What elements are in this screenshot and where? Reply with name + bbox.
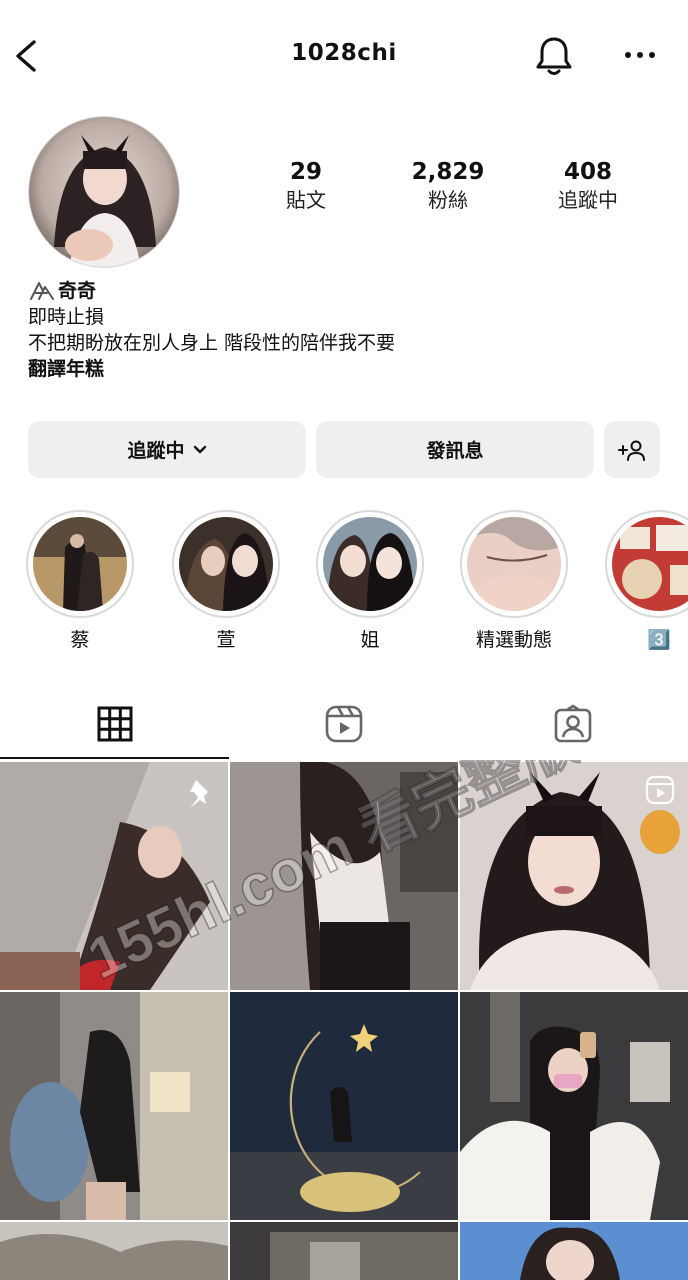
chevron-down-icon <box>193 445 206 453</box>
username-title: 1028chi <box>291 40 397 66</box>
highlight-item[interactable]: 精選動態 <box>458 510 570 652</box>
posts-count-value: 29 <box>289 159 322 185</box>
followers-count-value: 2,829 <box>411 159 485 185</box>
following-button-label: 追蹤中 <box>127 440 185 462</box>
display-name-row: 奇奇 <box>28 278 668 304</box>
bio-line-1: 即時止損 <box>28 306 105 328</box>
highlight-ring <box>605 510 688 618</box>
post-thumbnail[interactable] <box>0 992 228 1220</box>
more-options-icon[interactable] <box>620 40 660 70</box>
highlight-label: 3️⃣ <box>647 629 671 651</box>
highlight-ring <box>460 510 568 618</box>
following-count-label: 追蹤中 <box>558 188 618 212</box>
profile-avatar[interactable] <box>28 116 180 268</box>
message-button-label: 發訊息 <box>426 440 484 462</box>
highlight-item[interactable]: 萱 <box>170 510 282 652</box>
message-button[interactable]: 發訊息 <box>316 421 594 478</box>
suggest-people-button[interactable] <box>604 421 660 478</box>
posts-count-label: 貼文 <box>286 188 326 212</box>
bio-mention-link[interactable]: 翻譯年糕 <box>28 356 668 382</box>
bell-icon[interactable] <box>532 34 576 78</box>
post-thumbnail[interactable] <box>460 992 688 1220</box>
display-name: 奇奇 <box>58 280 97 302</box>
active-tab-indicator <box>0 757 229 759</box>
following-count[interactable]: 408 追蹤中 <box>518 158 658 214</box>
avatar-image <box>29 117 179 267</box>
post-thumbnail[interactable] <box>460 1222 688 1280</box>
reels-icon <box>325 705 362 743</box>
tab-posts-grid[interactable] <box>0 690 229 758</box>
highlight-ring <box>26 510 134 618</box>
post-thumbnail-reel[interactable] <box>460 762 688 990</box>
grid-icon <box>97 706 132 742</box>
post-thumbnail[interactable] <box>0 1222 228 1280</box>
profile-bio: 奇奇 即時止損 不把期盼放在別人身上 階段性的陪伴我不要 翻譯年糕 <box>28 278 668 382</box>
highlight-label: 精選動態 <box>475 629 552 651</box>
post-thumbnail[interactable] <box>230 992 458 1220</box>
posts-count[interactable]: 29 貼文 <box>236 158 376 214</box>
highlight-item[interactable]: 姐 <box>314 510 426 652</box>
post-thumbnail[interactable] <box>230 762 458 990</box>
tab-tagged[interactable] <box>458 690 687 758</box>
highlight-label: 姐 <box>360 629 380 651</box>
highlight-ring <box>172 510 280 618</box>
highlight-cover <box>323 517 417 611</box>
highlight-cover <box>179 517 273 611</box>
highlight-cover <box>467 517 561 611</box>
top-bar: 1028chi <box>0 0 688 112</box>
tab-reels[interactable] <box>229 690 458 758</box>
highlight-label: 蔡 <box>70 629 90 651</box>
post-thumbnail-pinned[interactable] <box>0 762 228 990</box>
highlight-item[interactable]: 3️⃣ <box>603 510 688 652</box>
profile-tabs <box>0 690 688 760</box>
following-count-value: 408 <box>563 159 612 185</box>
highlight-cover <box>612 517 688 611</box>
bio-line-2: 不把期盼放在別人身上 階段性的陪伴我不要 <box>28 332 396 354</box>
add-person-icon <box>618 440 645 461</box>
followers-count[interactable]: 2,829 粉絲 <box>378 158 518 214</box>
following-button[interactable]: 追蹤中 <box>28 421 306 478</box>
threads-link-icon <box>30 282 54 300</box>
highlight-cover <box>33 517 127 611</box>
post-thumbnail[interactable] <box>230 1222 458 1280</box>
highlight-ring <box>316 510 424 618</box>
highlight-label: 萱 <box>216 629 236 651</box>
tagged-icon <box>554 704 591 743</box>
followers-count-label: 粉絲 <box>428 188 468 212</box>
highlight-item[interactable]: 蔡 <box>24 510 136 652</box>
